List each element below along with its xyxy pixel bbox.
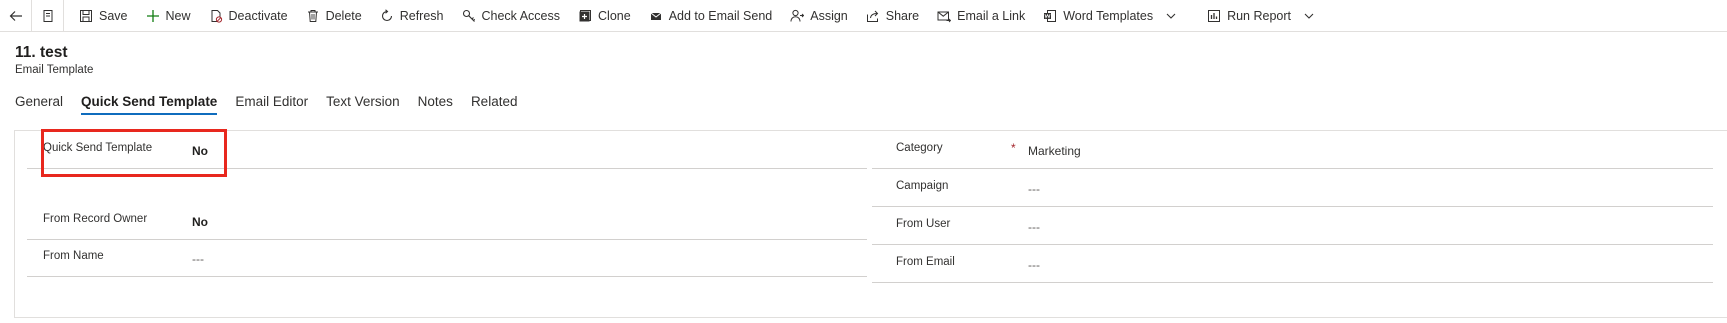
check-access-button[interactable]: Check Access (453, 0, 570, 32)
field-quick-send-template: Quick Send Template No (27, 129, 867, 177)
save-icon (80, 9, 92, 22)
field-category: Category * Marketing (872, 131, 1713, 169)
highlight-box (41, 129, 227, 177)
form-section: Quick Send Template No From Record Owner… (14, 129, 1727, 318)
tab-notes[interactable]: Notes (418, 94, 453, 113)
field-label: Category (896, 142, 943, 154)
record-entity-name: Email Template (15, 64, 94, 76)
save-label: Save (99, 8, 128, 23)
word-icon (1044, 9, 1057, 22)
record-title: 11. test (15, 44, 68, 61)
share-label: Share (885, 8, 920, 23)
plus-icon (146, 9, 159, 22)
clone-button[interactable]: Clone (569, 0, 640, 32)
word-templates-label: Word Templates (1063, 8, 1154, 23)
assign-icon (790, 9, 805, 22)
field-value[interactable]: Marketing (1028, 144, 1081, 158)
deactivate-icon (211, 9, 222, 23)
delete-button[interactable]: Delete (297, 0, 371, 32)
chevron-down-icon[interactable] (1165, 10, 1177, 22)
report-icon (1208, 9, 1221, 22)
email-a-link-button[interactable]: Email a Link (928, 0, 1034, 32)
field-label: From User (896, 218, 951, 230)
field-label: Campaign (896, 180, 949, 192)
back-button[interactable] (0, 0, 32, 32)
run-report-label: Run Report (1227, 8, 1292, 23)
key-icon (462, 9, 475, 22)
field-from-name: From Name --- (27, 239, 867, 277)
mail-link-icon (937, 11, 952, 22)
refresh-button[interactable]: Refresh (371, 0, 453, 32)
chevron-down-icon[interactable] (1303, 10, 1315, 22)
tab-email-editor[interactable]: Email Editor (235, 94, 308, 113)
field-campaign: Campaign --- (872, 169, 1713, 207)
add-to-email-send-button[interactable]: Add to Email Send (640, 0, 782, 32)
deactivate-label: Deactivate (228, 8, 288, 23)
tab-quick-send-template[interactable]: Quick Send Template (81, 94, 218, 115)
back-arrow-icon (9, 10, 22, 21)
trash-icon (307, 9, 318, 22)
word-templates-button[interactable]: Word Templates (1034, 0, 1186, 32)
tab-related[interactable]: Related (471, 94, 518, 113)
assign-button[interactable]: Assign (781, 0, 857, 32)
command-bar: Save New Deactivate Delete Refresh Check… (0, 0, 1727, 32)
save-button[interactable]: Save (70, 0, 137, 32)
field-value[interactable]: --- (1028, 220, 1040, 234)
email-a-link-label: Email a Link (957, 8, 1026, 23)
field-label: From Name (43, 250, 104, 262)
clone-icon (579, 9, 592, 21)
record-set-navigator-button[interactable] (32, 0, 64, 32)
field-value[interactable]: --- (1028, 258, 1040, 272)
new-button[interactable]: New (137, 0, 200, 32)
email-icon (650, 12, 661, 20)
field-value[interactable]: No (192, 215, 208, 229)
share-button[interactable]: Share (857, 0, 928, 32)
field-value[interactable]: --- (1028, 182, 1040, 196)
new-label: New (165, 8, 191, 23)
tab-general[interactable]: General (15, 94, 63, 113)
field-from-record-owner: From Record Owner No (27, 202, 867, 240)
run-report-button[interactable]: Run Report (1198, 0, 1324, 32)
delete-label: Delete (325, 8, 362, 23)
required-marker: * (1011, 141, 1016, 155)
form-tabs: General Quick Send Template Email Editor… (15, 94, 535, 118)
field-value[interactable]: --- (192, 252, 204, 266)
clone-label: Clone (598, 8, 631, 23)
add-to-email-send-label: Add to Email Send (668, 8, 773, 23)
field-label: From Record Owner (43, 213, 148, 225)
check-access-label: Check Access (481, 8, 561, 23)
refresh-label: Refresh (399, 8, 444, 23)
share-icon (866, 10, 878, 22)
tab-text-version[interactable]: Text Version (326, 94, 400, 113)
refresh-icon (381, 8, 392, 21)
page-icon (43, 9, 52, 22)
field-label: From Email (896, 256, 955, 268)
field-from-email: From Email --- (872, 245, 1713, 283)
deactivate-button[interactable]: Deactivate (200, 0, 297, 32)
assign-label: Assign (810, 8, 848, 23)
field-from-user: From User --- (872, 207, 1713, 245)
